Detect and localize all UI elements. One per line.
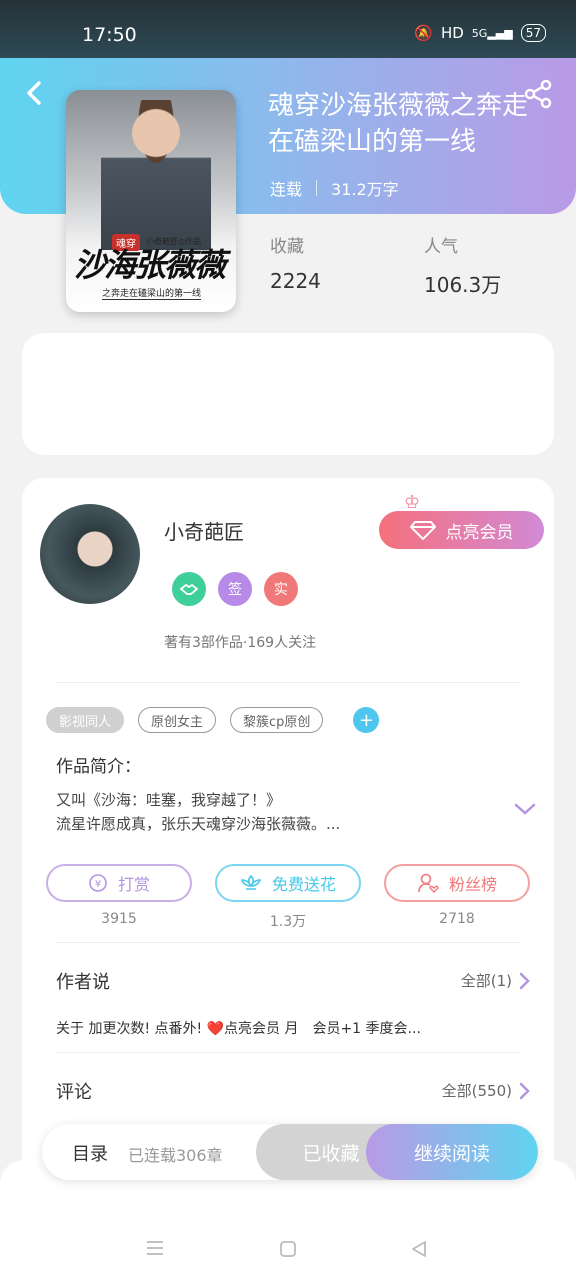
comments-more[interactable]: 全部(550) xyxy=(442,1080,530,1101)
vip-button[interactable]: 点亮会员 xyxy=(379,511,544,549)
coin-icon: ¥ xyxy=(89,874,107,892)
crown-icon: ♔ xyxy=(404,492,421,513)
toc-button[interactable]: 目录 xyxy=(72,1140,108,1166)
fan-count: 2718 xyxy=(439,911,475,927)
send-flower-button[interactable]: 免费送花 xyxy=(215,864,361,902)
author-says-content[interactable]: 关于 加更次数! 点番外! ❤️点亮会员 月 会员+1 季度会... xyxy=(56,1018,421,1038)
tip-count: 3915 xyxy=(101,911,137,927)
cover-subtitle: 之奔走在磕梁山的第一线 xyxy=(102,286,202,300)
status-icons: 🔕 HD 5G▂▄▆ 57 xyxy=(414,24,546,42)
book-title: 魂穿沙海张薇薇之奔走在磕梁山的第一线 xyxy=(268,91,529,157)
tag-list: 影视同人 原创女主 黎簇cp原创 + xyxy=(46,707,380,733)
svg-text:¥: ¥ xyxy=(95,879,101,890)
favorites-label: 收藏 xyxy=(270,237,304,257)
intro-line: 流星许愿成真，张乐天魂穿沙海张薇薇。... xyxy=(56,815,341,833)
book-status: 连载 xyxy=(270,180,303,199)
tag-item[interactable]: 黎簇cp原创 xyxy=(230,707,324,733)
popularity-stat: 人气 106.3万 xyxy=(424,232,501,298)
vip-button-label: 点亮会员 xyxy=(445,522,514,543)
book-meta: 连载 31.2万字 xyxy=(270,176,399,200)
divider xyxy=(56,942,520,943)
popularity-label: 人气 xyxy=(424,237,458,257)
intro-title: 作品简介： xyxy=(56,757,141,777)
author-says-more-label: 全部(1) xyxy=(460,972,512,990)
mute-icon: 🔕 xyxy=(414,24,433,42)
favorites-value: 2224 xyxy=(270,269,321,293)
meta-divider xyxy=(316,180,318,196)
cover-figure xyxy=(101,100,211,250)
author-says-more[interactable]: 全部(1) xyxy=(461,970,530,991)
comments-more-label: 全部(550) xyxy=(441,1082,512,1100)
tag-item[interactable]: 原创女主 xyxy=(138,707,217,733)
blank-card xyxy=(22,333,554,455)
chapter-count: 已连载306章 xyxy=(128,1146,223,1165)
author-badges: 签 实 xyxy=(172,572,298,606)
chevron-right-icon xyxy=(519,972,530,989)
bottom-action-bar: 目录 已连载306章 已收藏 继续阅读 xyxy=(42,1124,538,1180)
author-works-info: 著有3部作品·169人关注 xyxy=(164,635,317,651)
book-word-count: 31.2万字 xyxy=(331,180,399,199)
send-flower-label: 免费送花 xyxy=(271,875,336,894)
fan-user-icon xyxy=(418,873,439,893)
tip-label: 打赏 xyxy=(117,875,150,894)
fan-ranking-label: 粉丝榜 xyxy=(448,875,497,894)
battery-icon: 57 xyxy=(520,24,546,42)
fan-ranking-button[interactable]: 粉丝榜 xyxy=(384,864,530,902)
status-bar: 17:50 🔕 HD 5G▂▄▆ 57 xyxy=(0,0,576,58)
intro-text[interactable]: 又叫《沙海：哇塞，我穿越了！》 流星许愿成真，张乐天魂穿沙海张薇薇。... xyxy=(56,788,476,836)
home-icon[interactable] xyxy=(279,1240,297,1258)
author-name[interactable]: 小奇葩匠 xyxy=(164,516,244,545)
signal-icon: 5G▂▄▆ xyxy=(471,26,513,40)
handshake-badge-icon xyxy=(172,572,206,606)
back-nav-icon[interactable] xyxy=(410,1240,428,1258)
detail-card: 小奇葩匠 签 实 ♔ 点亮会员 著有3部作品·169人关注 影视同人 原创女主 … xyxy=(22,478,554,1178)
popularity-value: 106.3万 xyxy=(424,273,502,297)
comments-title: 评论 xyxy=(56,1082,92,1103)
menu-icon[interactable] xyxy=(145,1240,165,1256)
author-avatar[interactable] xyxy=(40,504,140,604)
back-icon[interactable] xyxy=(20,78,50,108)
favorites-stat: 收藏 2224 xyxy=(270,232,321,293)
divider xyxy=(56,1052,520,1053)
flower-count: 1.3万 xyxy=(269,914,307,930)
add-tag-icon[interactable]: + xyxy=(353,707,380,733)
diamond-icon xyxy=(409,521,436,540)
continue-reading-button[interactable]: 继续阅读 xyxy=(366,1124,538,1180)
flower-icon xyxy=(240,874,262,890)
book-cover[interactable]: 魂穿 小奇葩匠◎作品 沙海张薇薇 之奔走在磕梁山的第一线 xyxy=(66,90,236,312)
tag-item[interactable]: 影视同人 xyxy=(46,707,125,733)
real-badge: 实 xyxy=(264,572,298,606)
sign-badge: 签 xyxy=(218,572,252,606)
status-time: 17:50 xyxy=(82,24,137,46)
intro-line: 又叫《沙海：哇塞，我穿越了！》 xyxy=(56,791,282,809)
divider xyxy=(56,682,520,683)
cover-calligraphy: 沙海张薇薇 xyxy=(74,246,226,284)
tip-button[interactable]: ¥ 打赏 xyxy=(46,864,192,902)
network-label: HD xyxy=(440,24,464,42)
chevron-right-icon xyxy=(519,1082,530,1099)
author-says-title: 作者说 xyxy=(56,972,110,993)
chevron-down-icon[interactable] xyxy=(514,802,536,816)
